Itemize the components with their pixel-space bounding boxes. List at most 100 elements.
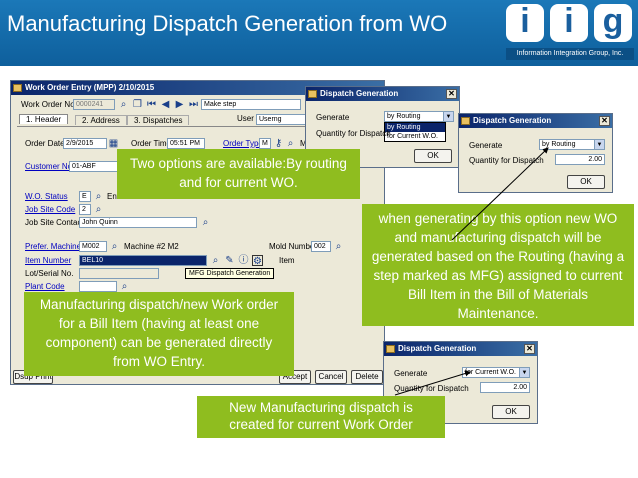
mfg-dispatch-icon[interactable]: ⚙	[252, 255, 263, 267]
callout-routing-explanation: when generating by this option new WO an…	[362, 204, 634, 326]
cancel-button[interactable]: Cancel	[315, 370, 347, 384]
lookup-icon[interactable]: ⌕	[109, 241, 120, 252]
nav-next-icon[interactable]: ▶	[174, 99, 185, 110]
dlg2-generate-value: by Routing	[542, 141, 576, 148]
mold-number-label: Mold Number	[269, 242, 318, 251]
woe-title: Work Order Entry (MPP) 2/10/2015	[25, 83, 155, 92]
wo-status-link[interactable]: W.O. Status	[25, 192, 68, 201]
calendar-icon[interactable]: ▦	[108, 138, 119, 149]
dlg1-generate-dropdown: by Routing for Current W.O.	[384, 122, 446, 142]
order-type-field[interactable]: M	[259, 138, 271, 149]
dlg1-generate-select[interactable]: by Routing ▼	[384, 111, 454, 122]
mfg-dispatch-tooltip: MFG Dispatch Generation	[185, 268, 275, 279]
dlg3-title: Dispatch Generation	[398, 344, 477, 353]
key-icon[interactable]: ⚷	[273, 138, 284, 149]
lookup-icon[interactable]: ⌕	[93, 191, 104, 202]
close-icon[interactable]: ✕	[524, 344, 535, 354]
lookup-icon[interactable]: ⌕	[93, 204, 104, 215]
machine-desc: Machine #2 M2	[124, 242, 179, 251]
chevron-down-icon[interactable]: ▼	[443, 112, 453, 121]
job-site-contact-field[interactable]: John Quinn	[79, 217, 197, 228]
customer-no-link[interactable]: Customer No.	[25, 162, 74, 171]
dlg1-option-by-routing[interactable]: by Routing	[385, 123, 445, 132]
dlg1-generate-value: by Routing	[387, 113, 421, 120]
prefer-machine-field[interactable]: M002	[79, 241, 107, 252]
dlg2-generate-select[interactable]: by Routing ▼	[539, 139, 605, 150]
user-label: User	[237, 114, 254, 123]
item-trail: Item	[279, 256, 295, 265]
delete-button[interactable]: Delete	[351, 370, 383, 384]
dispatch-generation-dialog-by-routing: Dispatch Generation ✕ Generate by Routin…	[458, 113, 613, 193]
chevron-down-icon[interactable]: ▼	[594, 140, 604, 149]
window-app-icon	[308, 90, 317, 98]
job-site-contact-label: Job Site Contact	[25, 218, 84, 227]
lookup-icon[interactable]: ⌕	[119, 281, 130, 292]
window-app-icon	[386, 345, 395, 353]
order-time-label: Order Time	[131, 139, 172, 148]
dlg3-generate-value: for Current W.O.	[465, 369, 516, 376]
dlg3-qty-field[interactable]: 2.00	[480, 382, 530, 393]
logo-letter-3: g	[594, 4, 632, 42]
nav-prev-icon[interactable]: ◀	[160, 99, 171, 110]
lookup-icon[interactable]: ⌕	[333, 241, 344, 252]
job-site-code-link[interactable]: Job Site Code	[25, 205, 75, 214]
info-icon[interactable]: ⓘ	[238, 255, 249, 266]
customer-no-field[interactable]: 01-ABF	[69, 161, 119, 172]
dlg2-title-bar: Dispatch Generation ✕	[459, 114, 612, 128]
tab-address[interactable]: 2. Address	[75, 115, 127, 125]
dlg1-qty-label: Quantity for Dispatch	[316, 129, 391, 138]
job-site-code-field[interactable]: 2	[79, 204, 91, 215]
dlg2-title: Dispatch Generation	[473, 116, 552, 125]
dlg1-title: Dispatch Generation	[320, 89, 399, 98]
dlg2-ok-button[interactable]: OK	[567, 175, 605, 189]
logo-letter-2: i	[550, 4, 588, 42]
plant-code-field[interactable]	[79, 281, 117, 292]
dlg2-qty-label: Quantity for Dispatch	[469, 156, 544, 165]
mold-number-field[interactable]: 002	[311, 241, 331, 252]
dlg3-ok-button[interactable]: OK	[492, 405, 530, 419]
close-icon[interactable]: ✕	[599, 116, 610, 126]
tab-header[interactable]: 1. Header	[19, 114, 69, 124]
copy-icon[interactable]: ❐	[132, 99, 143, 110]
order-time-field[interactable]: 05:51 PM	[167, 138, 205, 149]
user-field[interactable]: Userng	[256, 114, 306, 125]
nav-last-icon[interactable]: ⏭	[188, 99, 199, 110]
slide-title: Manufacturing Dispatch Generation from W…	[7, 11, 448, 36]
wo-status-field[interactable]: E	[79, 191, 91, 202]
dlg3-generate-select[interactable]: for Current W.O. ▼	[462, 367, 530, 378]
wo-no-field[interactable]: 0000241	[73, 99, 115, 110]
nav-first-icon[interactable]: ⏮	[146, 99, 157, 110]
window-app-icon	[461, 117, 470, 125]
memo-icon[interactable]: ✎	[224, 255, 235, 266]
lookup-icon[interactable]: ⌕	[210, 255, 221, 266]
dlg2-generate-label: Generate	[469, 141, 503, 150]
lookup-icon[interactable]: ⌕	[118, 99, 129, 110]
wo-no-label: Work Order No.	[21, 100, 77, 109]
lot-serial-field[interactable]	[79, 268, 159, 279]
order-type-link[interactable]: Order Type	[223, 139, 263, 148]
item-number-link[interactable]: Item Number	[25, 256, 71, 265]
close-icon[interactable]: ✕	[446, 89, 457, 99]
step-field[interactable]: Make step	[201, 99, 301, 110]
lot-serial-label: Lot/Serial No.	[25, 269, 74, 278]
tab-dispatches[interactable]: 3. Dispatches	[127, 115, 190, 125]
order-date-field[interactable]: 2/9/2015	[63, 138, 107, 149]
lookup-icon[interactable]: ⌕	[285, 138, 296, 149]
callout-new-dispatch: New Manufacturing dispatch is created fo…	[197, 396, 445, 438]
company-logo: i i g Information Integration Group, Inc…	[502, 2, 636, 64]
window-app-icon	[13, 84, 22, 92]
slide-banner: Manufacturing Dispatch Generation from W…	[0, 0, 638, 66]
plant-code-link[interactable]: Plant Code	[25, 282, 65, 291]
dlg1-title-bar: Dispatch Generation ✕	[306, 87, 459, 101]
lookup-icon[interactable]: ⌕	[200, 217, 211, 228]
dlg1-option-current-wo[interactable]: for Current W.O.	[385, 132, 445, 141]
dlg1-generate-label: Generate	[316, 113, 350, 122]
prefer-machine-link[interactable]: Prefer. Machine	[25, 242, 81, 251]
dlg1-ok-button[interactable]: OK	[414, 149, 452, 163]
dlg2-qty-field[interactable]: 2.00	[555, 154, 605, 165]
dlg3-title-bar: Dispatch Generation ✕	[384, 342, 537, 356]
callout-two-options: Two options are available:By routing and…	[117, 149, 360, 199]
logo-letter-1: i	[506, 4, 544, 42]
item-number-field[interactable]: BEL10	[79, 255, 207, 266]
chevron-down-icon[interactable]: ▼	[519, 368, 529, 377]
